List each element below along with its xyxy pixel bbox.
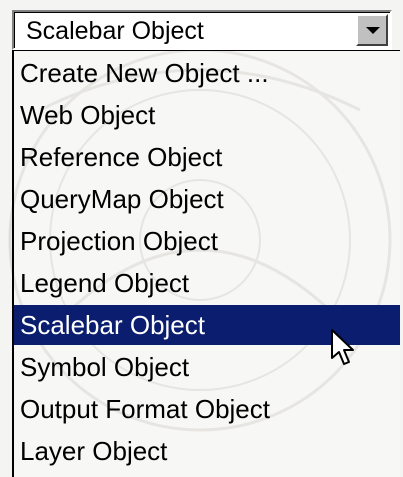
option-output-format-object[interactable]: Output Format Object: [14, 389, 400, 429]
option-legend-object[interactable]: Legend Object: [14, 263, 400, 303]
option-querymap-object[interactable]: QueryMap Object: [14, 179, 400, 219]
option-reference-object[interactable]: Reference Object: [14, 137, 400, 177]
object-type-dropdown[interactable]: Scalebar Object: [12, 10, 392, 50]
dropdown-options-list[interactable]: Create New Object ... Web Object Referen…: [12, 50, 400, 477]
mouse-pointer-icon: [331, 329, 354, 365]
option-projection-object[interactable]: Projection Object: [14, 221, 400, 261]
option-layer-object[interactable]: Layer Object: [14, 431, 400, 471]
dropdown-selected-value: Scalebar Object: [26, 17, 204, 45]
dropdown-open-button[interactable]: [356, 14, 388, 46]
chevron-down-icon: [366, 27, 380, 34]
option-create-new-object[interactable]: Create New Object ...: [14, 53, 400, 93]
option-web-object[interactable]: Web Object: [14, 95, 400, 135]
